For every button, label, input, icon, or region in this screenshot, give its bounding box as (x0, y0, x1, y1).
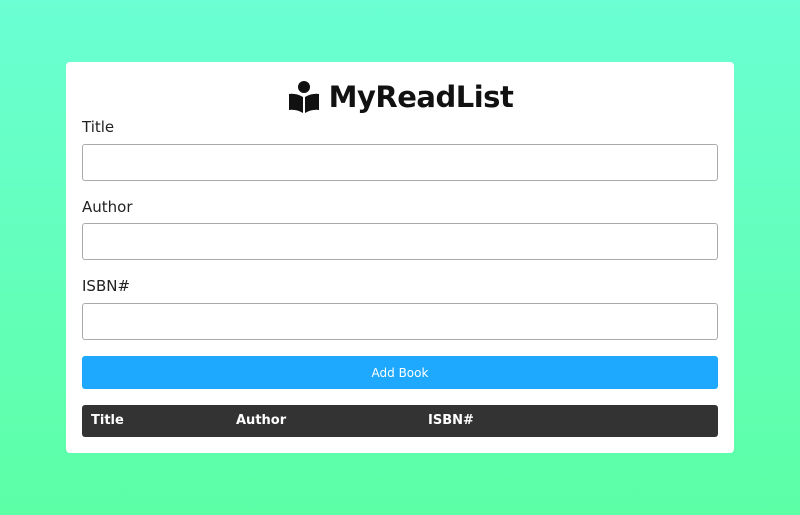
isbn-label: ISBN# (82, 277, 131, 295)
author-label: Author (82, 198, 133, 216)
author-input[interactable] (82, 223, 718, 260)
app-title: MyReadList (328, 79, 514, 114)
book-reader-icon (287, 80, 321, 114)
book-form-card: MyReadList Title Author ISBN# Add Book T… (66, 62, 734, 453)
book-list-table-header: Title Author ISBN# (82, 405, 718, 437)
column-header-title: Title (91, 413, 124, 428)
add-book-button[interactable]: Add Book (82, 356, 718, 389)
isbn-input[interactable] (82, 303, 718, 340)
title-input[interactable] (82, 144, 718, 181)
title-label: Title (82, 118, 115, 136)
column-header-isbn: ISBN# (428, 413, 474, 428)
column-header-author: Author (236, 413, 287, 428)
app-header: MyReadList (66, 78, 734, 116)
